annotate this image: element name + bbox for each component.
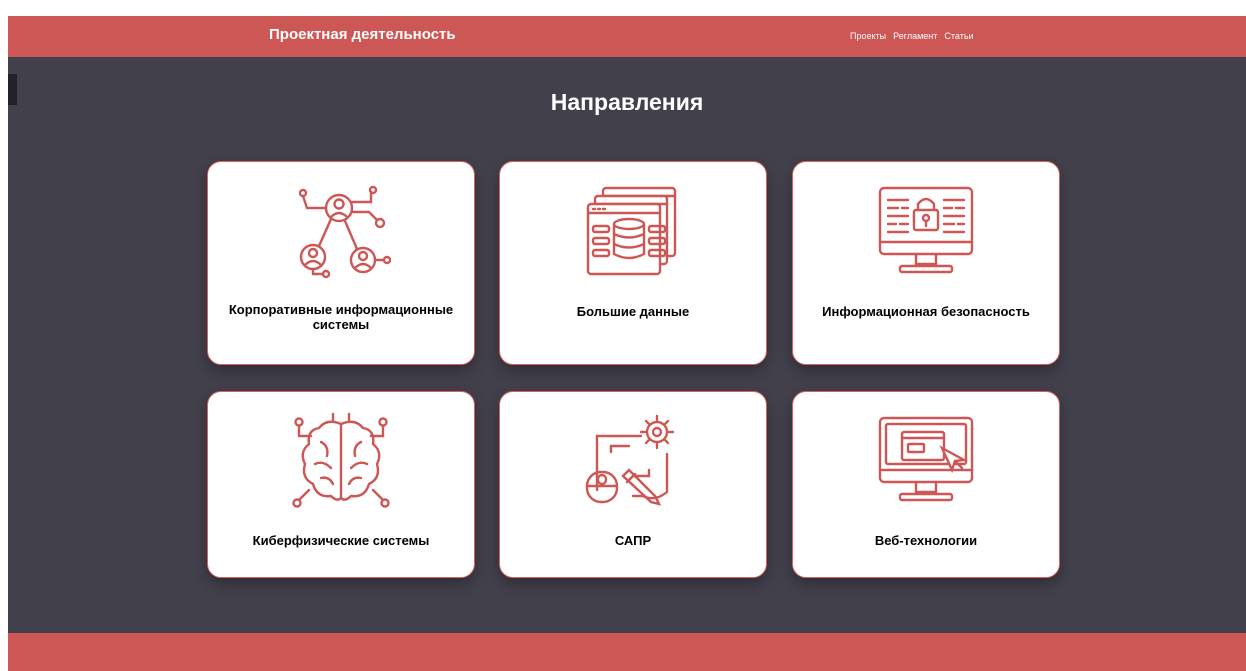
page-frame: Проектная деятельность Проекты Регламент…: [8, 16, 1246, 671]
card-label: САПР: [614, 533, 652, 548]
nav-link-regulations[interactable]: Регламент: [893, 31, 937, 41]
nav-menu: Проекты Регламент Статьи: [850, 31, 974, 41]
direction-card-web[interactable]: Веб-технологии: [792, 391, 1060, 578]
brand-link[interactable]: Проектная деятельность: [269, 26, 456, 43]
database-windows-icon: [586, 186, 677, 276]
card-label: Корпоративные информационные системы: [228, 302, 454, 332]
monitor-lock-icon: [878, 186, 974, 274]
footer-bar: [8, 633, 1246, 671]
cad-gear-mouse-icon: [585, 414, 675, 506]
direction-card-big-data[interactable]: Большие данные: [499, 161, 767, 365]
direction-card-corporate-is[interactable]: Корпоративные информационные системы: [207, 161, 475, 365]
card-label: Веб-технологии: [874, 533, 978, 548]
direction-card-cad[interactable]: САПР: [499, 391, 767, 578]
card-label: Информационная безопасность: [822, 304, 1030, 319]
circuit-brain-icon: [292, 412, 390, 508]
monitor-cursor-icon: [878, 416, 974, 502]
nav-link-projects[interactable]: Проекты: [850, 31, 886, 41]
nav-link-articles[interactable]: Статьи: [944, 31, 973, 41]
card-label: Большие данные: [576, 304, 690, 319]
top-navbar: Проектная деятельность Проекты Регламент…: [8, 16, 1246, 57]
direction-card-cyber-physical[interactable]: Киберфизические системы: [207, 391, 475, 578]
network-people-icon: [298, 185, 391, 279]
card-label: Киберфизические системы: [252, 533, 430, 548]
page-title: Направления: [550, 89, 704, 115]
direction-card-infosec[interactable]: Информационная безопасность: [792, 161, 1060, 365]
